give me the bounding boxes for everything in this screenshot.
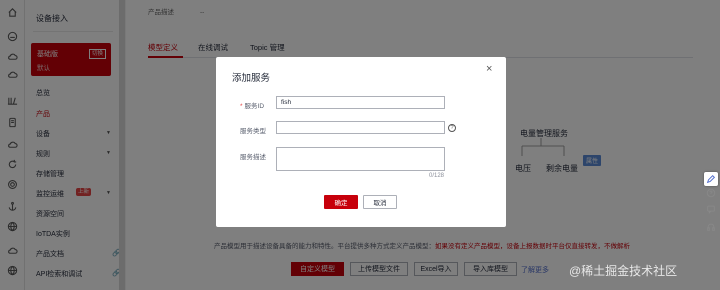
cancel-button[interactable]: 取消 bbox=[363, 195, 397, 209]
service-type-label: 服务类型 bbox=[240, 128, 266, 135]
help-icon[interactable]: ? bbox=[448, 124, 456, 132]
service-id-label: * 服务ID bbox=[240, 100, 264, 110]
headset-icon[interactable] bbox=[704, 220, 718, 234]
chat-icon[interactable] bbox=[704, 202, 718, 216]
label-text: 服务ID bbox=[244, 103, 265, 110]
confirm-button[interactable]: 确定 bbox=[324, 195, 358, 209]
dialog-title: 添加服务 bbox=[232, 73, 271, 84]
help-icon[interactable] bbox=[704, 186, 718, 200]
add-service-dialog: 添加服务 × *服务ID 服务类型 ? 服务描述 0/128 确定 取消 bbox=[216, 57, 506, 227]
service-desc-textarea[interactable] bbox=[276, 147, 445, 171]
char-counter: 0/128 bbox=[429, 173, 445, 179]
service-id-input[interactable] bbox=[276, 96, 445, 109]
watermark: @稀土掘金技术社区 bbox=[569, 264, 678, 278]
service-type-input[interactable] bbox=[276, 121, 445, 134]
service-desc-label: 服务描述 bbox=[240, 154, 266, 161]
edit-icon[interactable] bbox=[704, 172, 718, 186]
required-marker: * bbox=[240, 103, 243, 110]
close-icon[interactable]: × bbox=[486, 63, 492, 75]
